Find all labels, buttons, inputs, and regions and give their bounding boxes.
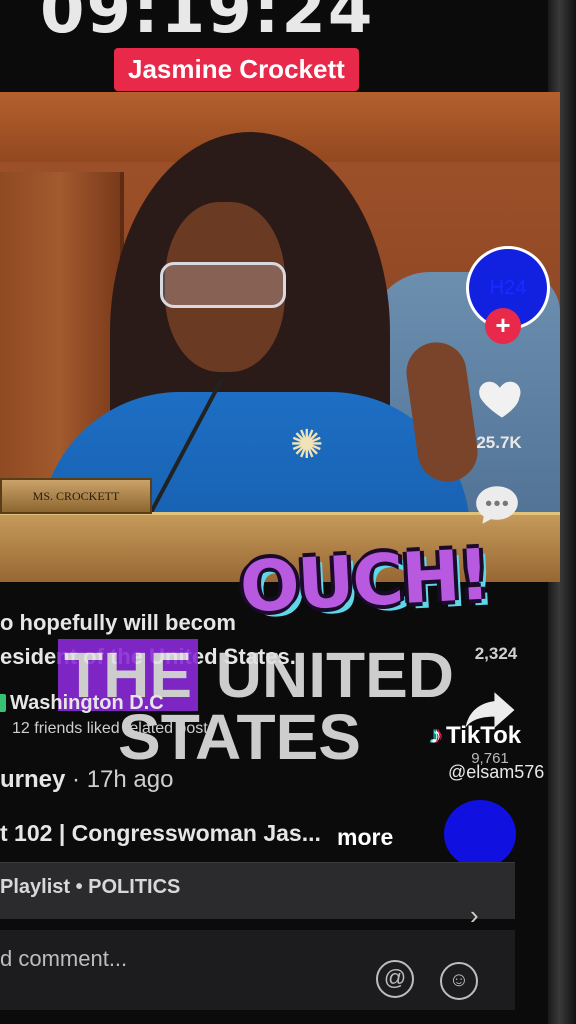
tiktok-logo-icon: ♪ bbox=[430, 722, 442, 749]
music-disc[interactable] bbox=[444, 800, 516, 868]
tiktok-brand: TikTok bbox=[446, 722, 522, 749]
comment-input[interactable]: d comment... bbox=[0, 946, 127, 972]
like-count: 25.7K bbox=[476, 433, 522, 452]
follow-button[interactable]: + bbox=[485, 308, 521, 344]
heart-icon[interactable] bbox=[476, 372, 528, 424]
ouch-sticker: OUCH! bbox=[238, 533, 491, 629]
mention-icon[interactable]: @ bbox=[376, 960, 414, 998]
more-link[interactable]: more bbox=[337, 824, 393, 851]
location-tag[interactable]: Washington D.C bbox=[10, 692, 164, 715]
name-tag: Jasmine Crockett bbox=[114, 48, 359, 91]
location-icon bbox=[0, 694, 6, 712]
clock-overlay: 09:19:24 bbox=[40, 0, 375, 48]
journey-line[interactable]: urney · 17h ago bbox=[0, 766, 173, 794]
caption-line-1: o hopefully will becom bbox=[0, 610, 236, 635]
comment-icon[interactable] bbox=[472, 480, 522, 530]
journey-name: urney bbox=[0, 766, 66, 793]
speaker-glasses bbox=[160, 262, 286, 308]
friends-liked-text: 12 friends liked related posts bbox=[12, 720, 216, 737]
comment-count: 2,324 bbox=[474, 644, 518, 663]
chevron-right-icon[interactable]: › bbox=[470, 900, 479, 931]
watermark-handle: @elsam576 bbox=[448, 762, 545, 782]
nameplate: MS. CROCKETT bbox=[0, 478, 152, 514]
video-description: t 102 | Congresswoman Jas... bbox=[0, 820, 321, 846]
journey-timestamp: · 17h ago bbox=[65, 766, 174, 793]
tiktok-watermark: ♪ TikTok bbox=[430, 722, 521, 750]
playlist-label[interactable]: Playlist • POLITICS bbox=[0, 876, 180, 899]
brooch-icon: ✺ bbox=[290, 423, 324, 467]
emoji-icon[interactable]: ☺ bbox=[440, 962, 478, 1000]
